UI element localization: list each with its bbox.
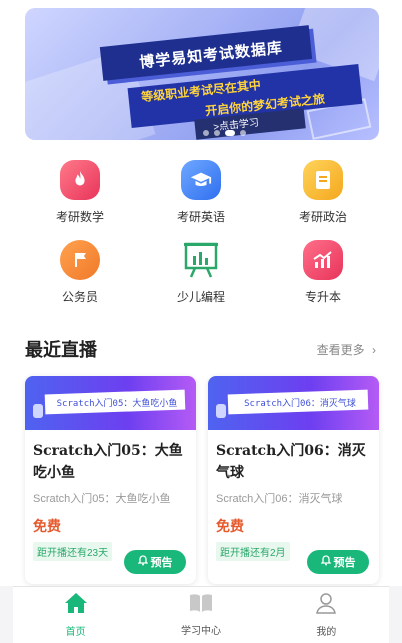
view-more-link[interactable]: 查看更多 › bbox=[317, 341, 376, 358]
section-title: 最近直播 bbox=[25, 340, 97, 360]
category-label: 专升本 bbox=[304, 290, 341, 304]
thumbnail-text: Scratch入门06：消灭气球 bbox=[244, 399, 356, 409]
carousel-dots bbox=[203, 130, 246, 136]
tab-label: 学习中心 bbox=[180, 626, 221, 637]
category-item-civil-service[interactable]: 公务员 bbox=[30, 240, 130, 305]
live-course-list: Scratch入门05：大鱼吃小鱼 Scratch入门05：大鱼吃小鱼 Scra… bbox=[0, 374, 402, 586]
graduation-cap-icon bbox=[181, 160, 221, 200]
book-icon bbox=[189, 593, 213, 618]
tab-label: 我的 bbox=[316, 627, 337, 638]
category-item-kids-coding[interactable]: 少儿编程 bbox=[151, 240, 251, 305]
tab-profile[interactable]: 我的 bbox=[264, 587, 389, 643]
document-icon bbox=[303, 160, 343, 200]
flame-icon bbox=[60, 160, 100, 200]
category-label: 考研英语 bbox=[176, 210, 225, 224]
carousel-dot[interactable] bbox=[214, 130, 220, 136]
category-item-upgrade[interactable]: 专升本 bbox=[273, 240, 373, 305]
preview-button[interactable]: 预告 bbox=[307, 550, 369, 574]
preview-button[interactable]: 预告 bbox=[124, 550, 186, 574]
category-label: 公务员 bbox=[61, 290, 98, 304]
course-description: Scratch入门05：大鱼吃小鱼 bbox=[33, 493, 171, 505]
live-section-header: 最近直播 查看更多 › bbox=[0, 316, 402, 374]
thumbnail-text: Scratch入门05：大鱼吃小鱼 bbox=[56, 399, 178, 409]
tab-label: 首页 bbox=[65, 627, 86, 638]
home-icon bbox=[64, 592, 88, 619]
category-label: 少儿编程 bbox=[176, 290, 225, 304]
user-icon bbox=[315, 592, 337, 619]
view-more-label: 查看更多 bbox=[316, 343, 365, 357]
carousel-dot[interactable] bbox=[203, 130, 209, 136]
category-grid: 考研数学 考研英语 考研政治 公务员 少儿编程 专升本 bbox=[0, 150, 402, 316]
category-label: 考研政治 bbox=[298, 210, 347, 224]
course-card[interactable]: Scratch入门05：大鱼吃小鱼 Scratch入门05：大鱼吃小鱼 Scra… bbox=[25, 376, 196, 584]
bottom-tab-bar: 首页 学习中心 我的 bbox=[13, 586, 389, 643]
category-item-politics[interactable]: 考研政治 bbox=[273, 160, 373, 225]
robot-icon bbox=[216, 404, 226, 418]
tab-learning-center[interactable]: 学习中心 bbox=[138, 587, 263, 643]
course-thumbnail: Scratch入门05：大鱼吃小鱼 bbox=[25, 376, 196, 430]
countdown-badge: 距开播还有2月 bbox=[216, 542, 290, 561]
robot-icon bbox=[33, 404, 43, 418]
course-title: Scratch入门05：大鱼吃小鱼 bbox=[33, 443, 183, 481]
course-price: 免费 bbox=[33, 518, 61, 534]
carousel-dot-active[interactable] bbox=[225, 130, 235, 136]
bell-icon bbox=[136, 555, 149, 569]
flag-icon bbox=[60, 240, 100, 280]
carousel-dot[interactable] bbox=[240, 130, 246, 136]
app-page: 博学易知考试数据库 等级职业考试尽在其中 开启你的梦幻考试之旅 >点击学习 考研… bbox=[0, 0, 402, 643]
banner-section: 博学易知考试数据库 等级职业考试尽在其中 开启你的梦幻考试之旅 >点击学习 bbox=[0, 0, 402, 150]
tab-home[interactable]: 首页 bbox=[13, 587, 138, 643]
chevron-right-icon: › bbox=[372, 343, 376, 357]
category-label: 考研数学 bbox=[55, 210, 104, 224]
category-item-math[interactable]: 考研数学 bbox=[30, 160, 130, 225]
course-price: 免费 bbox=[216, 518, 244, 534]
countdown-badge: 距开播还有23天 bbox=[33, 542, 113, 561]
bell-icon bbox=[319, 555, 332, 569]
preview-button-label: 预告 bbox=[150, 557, 173, 569]
preview-button-label: 预告 bbox=[333, 557, 356, 569]
course-card[interactable]: Scratch入门06：消灭气球 Scratch入门06：消灭气球 Scratc… bbox=[208, 376, 379, 584]
category-item-english[interactable]: 考研英语 bbox=[151, 160, 251, 225]
course-title: Scratch入门06：消灭气球 bbox=[216, 443, 366, 481]
bar-chart-board-icon bbox=[181, 240, 221, 280]
course-thumbnail: Scratch入门06：消灭气球 bbox=[208, 376, 379, 430]
trend-chart-icon bbox=[303, 240, 343, 280]
course-description: Scratch入门06：消灭气球 bbox=[216, 493, 343, 505]
promo-banner[interactable]: 博学易知考试数据库 等级职业考试尽在其中 开启你的梦幻考试之旅 >点击学习 bbox=[25, 8, 379, 140]
